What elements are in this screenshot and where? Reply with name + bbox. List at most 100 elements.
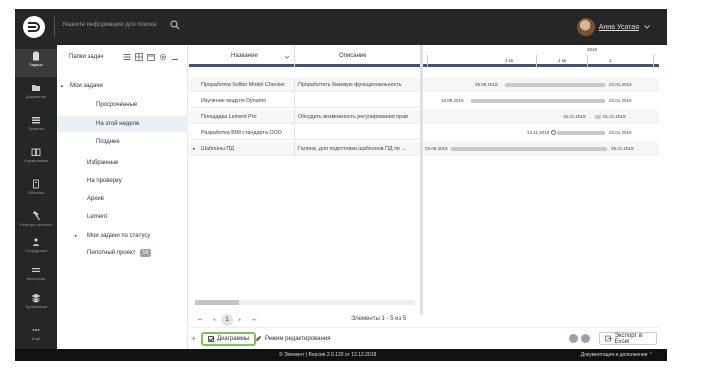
- top-bar: Укажите информацию для поиска Анна Усата…: [15, 9, 667, 45]
- folder-archive[interactable]: Архив: [57, 191, 188, 207]
- timescale-quarter: 4 кв: [558, 58, 567, 63]
- task-start-date: 13.11.2018: [527, 130, 550, 135]
- table-row[interactable]: Проработка Solibri Model Checker Прорабо…: [189, 78, 420, 92]
- task-name: Шаблоны ПД: [201, 146, 234, 152]
- timescale-year: 2019: [587, 47, 598, 52]
- table-row[interactable]: Разработка BIM стандарта ООО: [189, 126, 420, 140]
- calendar-icon[interactable]: [147, 53, 155, 61]
- nav-item-projects[interactable]: Проекты: [15, 113, 57, 141]
- timescale-tick: [587, 55, 588, 67]
- task-end-date: 29.01.2019: [611, 146, 634, 151]
- grid-horizontal-scrollbar[interactable]: [195, 300, 415, 305]
- main-nav: Задачи Документы Проекты Справочники Объ…: [15, 45, 57, 349]
- export-excel-button[interactable]: Экспорт в Excel: [599, 332, 657, 345]
- nav-item-label: Требования: [24, 304, 48, 309]
- folder-label: Пилотный проект: [87, 250, 136, 256]
- user-menu[interactable]: Анна Усатая: [576, 17, 651, 37]
- table-row[interactable]: Площадка Lement Pro Обсудить возможность…: [189, 110, 420, 124]
- cell-separator: [294, 142, 295, 156]
- last-page-button[interactable]: ⏭: [247, 317, 261, 323]
- app-logo[interactable]: [23, 16, 45, 38]
- nav-item-documents[interactable]: Документы: [15, 81, 57, 109]
- expand-toggle[interactable]: ▸: [71, 233, 81, 239]
- task-bar[interactable]: [471, 99, 605, 103]
- folder-this-week[interactable]: На этой неделе: [57, 116, 188, 132]
- nav-item-objects[interactable]: Объекты: [15, 177, 57, 205]
- zoom-in-icon[interactable]: [581, 334, 590, 343]
- task-bar[interactable]: [595, 115, 601, 119]
- nav-item-categories[interactable]: Категории: [15, 263, 57, 291]
- nav-item-more[interactable]: Ещё: [15, 323, 57, 351]
- task-bar[interactable]: [505, 83, 605, 87]
- prev-page-button[interactable]: ◂: [207, 317, 221, 323]
- nav-item-references[interactable]: Справочники: [15, 145, 57, 173]
- column-header-name[interactable]: Название: [231, 53, 258, 59]
- documentation-link[interactable]: Документация и дополнения ⌃: [581, 352, 653, 358]
- folder-favorites[interactable]: Избранные: [57, 155, 188, 171]
- expand-toggle[interactable]: ▴: [57, 83, 67, 89]
- gantt-row: 15.01.2019 01.01.2019: [423, 110, 659, 124]
- nav-item-requirements[interactable]: Требования: [15, 291, 57, 319]
- folder-pilot-project[interactable]: Пилотный проект 14: [57, 245, 188, 261]
- more-icon[interactable]: [171, 53, 179, 61]
- nav-item-registries[interactable]: Реестры проекта: [15, 209, 57, 237]
- gear-icon[interactable]: [159, 53, 167, 61]
- nav-item-tasks[interactable]: Задачи: [15, 49, 57, 77]
- task-start-date: 15.01.2019: [563, 114, 586, 119]
- gantt-row: 13.11.2018 23.01.2019: [423, 126, 659, 140]
- folder-for-review[interactable]: На проверку: [57, 173, 188, 189]
- chevron-down-icon[interactable]: [284, 54, 290, 60]
- nav-item-label: Проекты: [27, 126, 45, 131]
- folder-by-status[interactable]: ▸ Мои задачи по статусу: [57, 228, 188, 244]
- task-name: Площадка Lement Pro: [201, 114, 257, 120]
- table-row[interactable]: ▸ Шаблоны ПД Галина, для подготовки шабл…: [189, 142, 420, 156]
- grid-header: Название Описание: [189, 45, 420, 67]
- pager-info: Элементы 1 - 5 из 5: [351, 316, 407, 322]
- nav-item-label: Реестры проекта: [20, 222, 52, 227]
- cell-separator: [294, 94, 295, 108]
- next-page-button[interactable]: ▸: [233, 317, 247, 323]
- task-end-date: 23.01.2019: [609, 130, 632, 135]
- task-description: Обсудить возможность регулирования прав: [298, 114, 408, 120]
- edit-mode-button[interactable]: Режим редактирования: [255, 335, 330, 342]
- table-row[interactable]: Изучение модуля Dynamo: [189, 94, 420, 108]
- list-view-icon[interactable]: [123, 53, 131, 61]
- folder-lement[interactable]: Lement: [57, 209, 188, 225]
- milestone-marker[interactable]: [551, 130, 556, 135]
- chevron-down-icon[interactable]: [643, 23, 651, 31]
- projects-icon: [32, 117, 40, 124]
- export-icon: [605, 335, 612, 342]
- first-page-button[interactable]: ⏮: [193, 317, 207, 323]
- panel-title: Папки задач: [69, 54, 104, 60]
- user-name[interactable]: Анна Усатая: [599, 24, 639, 31]
- column-separator[interactable]: [294, 45, 295, 67]
- folder-my-tasks[interactable]: ▴ Мои задачи: [57, 78, 188, 94]
- grid-view-icon[interactable]: [135, 53, 143, 61]
- current-page[interactable]: 1: [221, 314, 233, 326]
- column-header-description[interactable]: Описание: [339, 53, 367, 59]
- search-icon[interactable]: [170, 20, 180, 30]
- folder-label: Lement: [87, 214, 108, 220]
- zoom-controls: [569, 334, 590, 343]
- search-input[interactable]: Укажите информацию для поиска: [62, 22, 156, 28]
- task-bar[interactable]: [451, 147, 607, 151]
- zoom-out-icon[interactable]: [569, 334, 578, 343]
- nav-item-label: Задачи: [29, 62, 43, 67]
- task-bar[interactable]: [557, 131, 605, 135]
- row-expander[interactable]: ▸: [193, 146, 196, 152]
- task-description: Галина, для подготовки шаблонов ПД по …: [298, 146, 407, 152]
- folder-label: Избранные: [87, 160, 119, 166]
- gantt-row: 03.08.2018 29.01.2019: [423, 142, 659, 156]
- nav-item-employees[interactable]: Сотрудники: [15, 235, 57, 263]
- timescale-tick: [536, 55, 537, 67]
- avatar[interactable]: [576, 18, 595, 36]
- add-button[interactable]: +: [191, 334, 196, 343]
- folder-overdue[interactable]: Просроченные: [57, 97, 188, 113]
- folder-later[interactable]: Позднее: [57, 134, 188, 150]
- diagrams-toggle[interactable]: Диаграммы: [201, 332, 257, 346]
- task-start-date: 03.08.2018: [425, 146, 448, 151]
- folder-label: На проверку: [87, 178, 122, 184]
- scrollbar-thumb[interactable]: [195, 300, 239, 305]
- checkbox-checked-icon[interactable]: [208, 336, 214, 342]
- gantt-chart: 2019 3 кв 4 кв 1 29.08.2018 23.01.2019 1…: [423, 45, 659, 315]
